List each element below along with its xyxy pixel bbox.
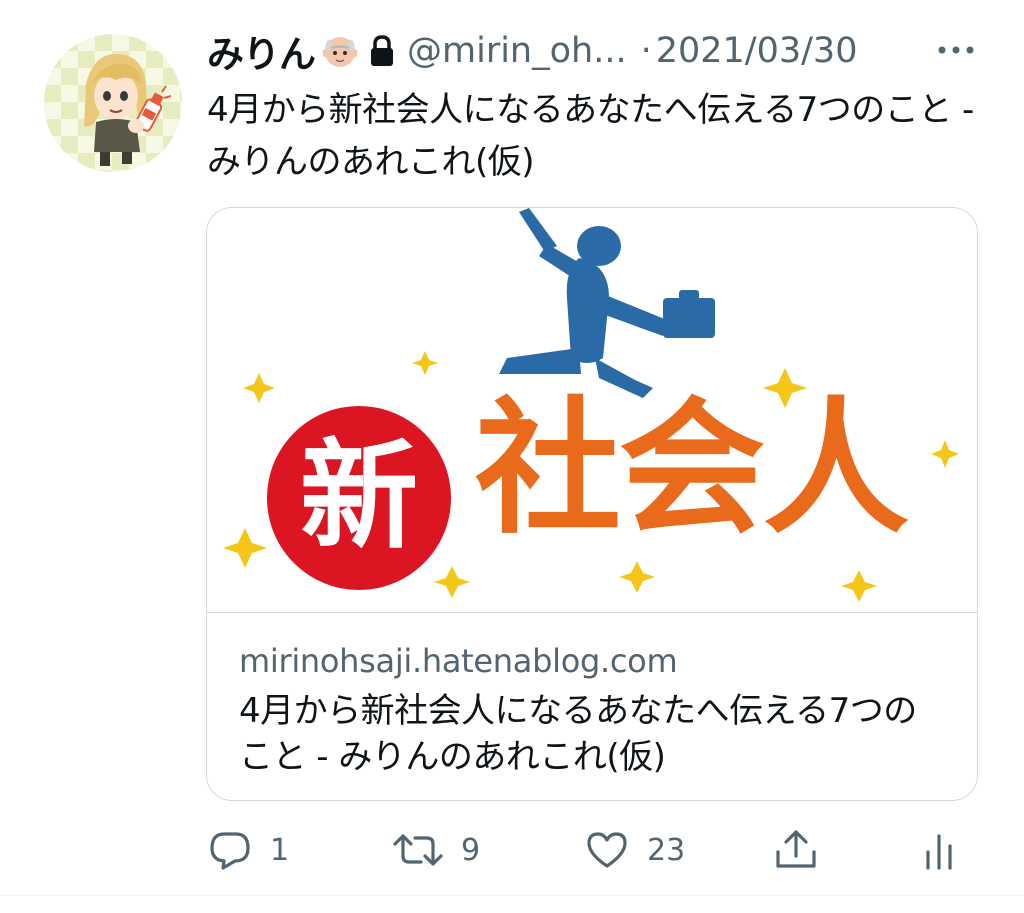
illustration-kanji-text: 社会人 <box>475 384 909 554</box>
reply-button[interactable]: 1 <box>208 830 289 870</box>
avatar-illustration <box>84 53 172 166</box>
tweet-text: 4月から新社会人になるあなたへ伝える7つのこと - みりんのあれこれ(仮) <box>207 90 974 182</box>
author-name[interactable]: みりん <box>207 24 316 78</box>
header-separator: · <box>640 31 652 71</box>
lock-icon <box>367 33 397 69</box>
reply-icon <box>210 832 250 870</box>
tweet-header: みりん @mirin_oh... · 2021/03/30 <box>207 26 1007 76</box>
tweet-date[interactable]: 2021/03/30 <box>656 31 858 71</box>
retweet-icon <box>393 834 443 866</box>
reply-count: 1 <box>270 832 290 868</box>
link-card[interactable]: 新 社会人 mirinohsaji.hatenablog.com 4月から新社会… <box>206 207 978 801</box>
like-button[interactable]: 23 <box>585 830 685 870</box>
tweet-actions: 1 9 23 <box>0 820 1024 880</box>
share-icon <box>776 830 816 868</box>
card-title: 4月から新社会人になるあなたへ伝える7つのこと - みりんのあれこれ(仮) <box>239 691 917 777</box>
retweet-button[interactable]: 9 <box>393 830 480 870</box>
card-image[interactable]: 新 社会人 <box>207 208 977 613</box>
avatar[interactable] <box>44 34 182 172</box>
card-domain: mirinohsaji.hatenablog.com <box>239 642 678 680</box>
old-man-emoji-icon <box>321 32 359 70</box>
analytics-button[interactable] <box>924 830 954 872</box>
share-button[interactable] <box>774 828 818 870</box>
like-icon <box>587 832 627 868</box>
analytics-icon <box>926 834 952 870</box>
tweet-divider <box>0 895 1024 896</box>
more-icon[interactable] <box>930 38 982 62</box>
author-handle[interactable]: @mirin_oh... <box>407 31 627 71</box>
like-count: 23 <box>647 832 686 868</box>
illustration-badge-text: 新 <box>299 427 418 565</box>
retweet-count: 9 <box>461 832 481 868</box>
